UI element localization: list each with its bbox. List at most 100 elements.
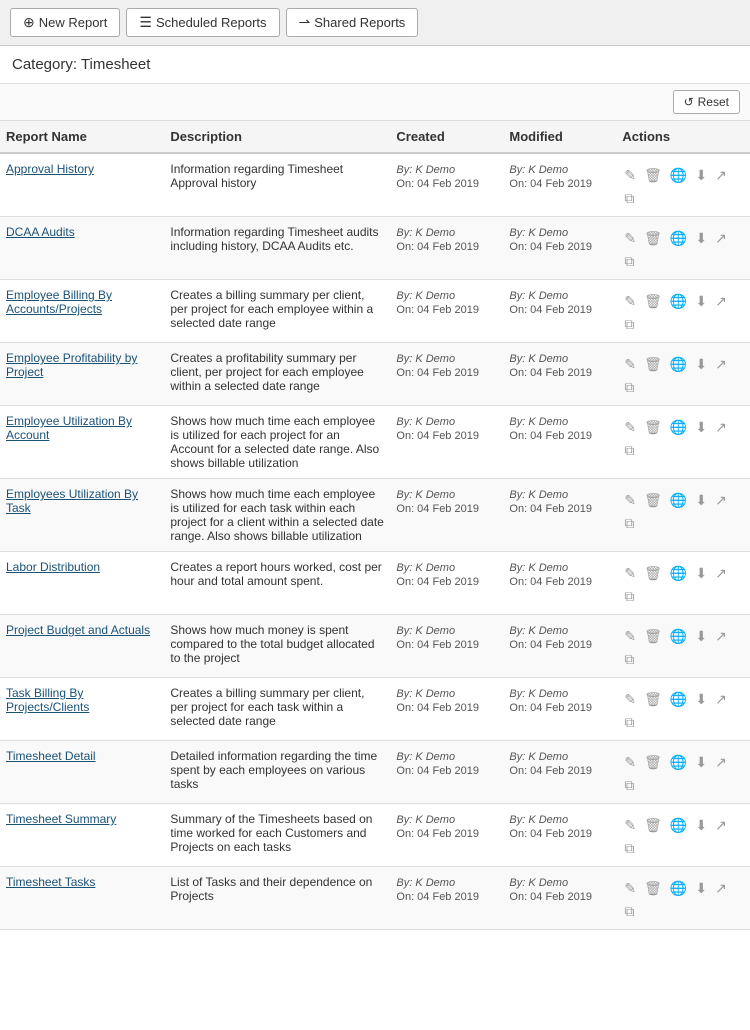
delete-icon[interactable]: 🗑 — [642, 816, 664, 835]
globe-icon[interactable]: 🌐 — [668, 491, 689, 510]
share-icon[interactable]: ↗ — [713, 229, 729, 248]
delete-icon[interactable]: 🗑 — [642, 229, 664, 248]
report-name-link[interactable]: Timesheet Summary — [6, 812, 116, 826]
report-name-link[interactable]: Employee Billing By Accounts/Projects — [6, 288, 112, 316]
copy-icon[interactable]: ⧉ — [622, 776, 636, 795]
report-name-link[interactable]: Project Budget and Actuals — [6, 623, 150, 637]
report-name-link[interactable]: DCAA Audits — [6, 225, 75, 239]
report-description: Creates a report hours worked, cost per … — [164, 552, 390, 615]
share-icon[interactable]: ↗ — [713, 627, 729, 646]
globe-icon[interactable]: 🌐 — [668, 816, 689, 835]
report-modified: By: K Demo On: 04 Feb 2019 — [503, 741, 616, 804]
reset-button[interactable]: ↺ Reset — [673, 90, 740, 114]
report-name-link[interactable]: Employee Profitability by Project — [6, 351, 137, 379]
globe-icon[interactable]: 🌐 — [668, 564, 689, 583]
report-name-link[interactable]: Employees Utilization By Task — [6, 487, 138, 515]
report-name-link[interactable]: Employee Utilization By Account — [6, 414, 132, 442]
globe-icon[interactable]: 🌐 — [668, 355, 689, 374]
copy-icon[interactable]: ⧉ — [622, 514, 636, 533]
copy-icon[interactable]: ⧉ — [622, 315, 636, 334]
report-name-link[interactable]: Approval History — [6, 162, 94, 176]
share-icon[interactable]: ↗ — [713, 879, 729, 898]
globe-icon[interactable]: 🌐 — [668, 753, 689, 772]
copy-icon[interactable]: ⧉ — [622, 902, 636, 921]
shared-reports-button[interactable]: ⇀ Shared Reports — [286, 8, 419, 37]
delete-icon[interactable]: 🗑 — [642, 166, 664, 185]
edit-icon[interactable]: ✎ — [622, 564, 638, 583]
share-icon[interactable]: ↗ — [713, 166, 729, 185]
edit-icon[interactable]: ✎ — [622, 879, 638, 898]
report-name-link[interactable]: Timesheet Detail — [6, 749, 96, 763]
copy-icon[interactable]: ⧉ — [622, 650, 636, 669]
globe-icon[interactable]: 🌐 — [668, 166, 689, 185]
download-icon[interactable]: ⬇ — [693, 627, 709, 646]
globe-icon[interactable]: 🌐 — [668, 229, 689, 248]
copy-icon[interactable]: ⧉ — [622, 713, 636, 732]
download-icon[interactable]: ⬇ — [693, 166, 709, 185]
download-icon[interactable]: ⬇ — [693, 753, 709, 772]
delete-icon[interactable]: 🗑 — [642, 292, 664, 311]
download-icon[interactable]: ⬇ — [693, 564, 709, 583]
modified-on: On: 04 Feb 2019 — [509, 765, 592, 777]
edit-icon[interactable]: ✎ — [622, 418, 638, 437]
edit-icon[interactable]: ✎ — [622, 491, 638, 510]
globe-icon[interactable]: 🌐 — [668, 292, 689, 311]
globe-icon[interactable]: 🌐 — [668, 879, 689, 898]
new-report-button[interactable]: ⊕ New Report — [10, 8, 120, 37]
delete-icon[interactable]: 🗑 — [642, 355, 664, 374]
edit-icon[interactable]: ✎ — [622, 753, 638, 772]
download-icon[interactable]: ⬇ — [693, 229, 709, 248]
modified-by: By: K Demo — [509, 353, 568, 365]
share-icon[interactable]: ↗ — [713, 418, 729, 437]
globe-icon[interactable]: 🌐 — [668, 418, 689, 437]
share-icon[interactable]: ↗ — [713, 753, 729, 772]
modified-on: On: 04 Feb 2019 — [509, 178, 592, 190]
edit-icon[interactable]: ✎ — [622, 292, 638, 311]
table-row: Employee Billing By Accounts/ProjectsCre… — [0, 280, 750, 343]
delete-icon[interactable]: 🗑 — [642, 418, 664, 437]
report-name-link[interactable]: Labor Distribution — [6, 560, 100, 574]
download-icon[interactable]: ⬇ — [693, 879, 709, 898]
share-icon[interactable]: ↗ — [713, 816, 729, 835]
col-header-created: Created — [390, 121, 503, 153]
table-row: Timesheet DetailDetailed information reg… — [0, 741, 750, 804]
edit-icon[interactable]: ✎ — [622, 166, 638, 185]
modified-by: By: K Demo — [509, 751, 568, 763]
globe-icon[interactable]: 🌐 — [668, 627, 689, 646]
delete-icon[interactable]: 🗑 — [642, 491, 664, 510]
edit-icon[interactable]: ✎ — [622, 355, 638, 374]
copy-icon[interactable]: ⧉ — [622, 378, 636, 397]
share-icon[interactable]: ↗ — [713, 355, 729, 374]
globe-icon[interactable]: 🌐 — [668, 690, 689, 709]
report-name-link[interactable]: Timesheet Tasks — [6, 875, 95, 889]
download-icon[interactable]: ⬇ — [693, 355, 709, 374]
delete-icon[interactable]: 🗑 — [642, 879, 664, 898]
edit-icon[interactable]: ✎ — [622, 690, 638, 709]
download-icon[interactable]: ⬇ — [693, 292, 709, 311]
table-row: Employee Profitability by Project Creates… — [0, 343, 750, 406]
share-icon[interactable]: ↗ — [713, 690, 729, 709]
edit-icon[interactable]: ✎ — [622, 627, 638, 646]
report-name-link[interactable]: Task Billing By Projects/Clients — [6, 686, 89, 714]
edit-icon[interactable]: ✎ — [622, 229, 638, 248]
copy-icon[interactable]: ⧉ — [622, 839, 636, 858]
download-icon[interactable]: ⬇ — [693, 491, 709, 510]
report-description: Creates a profitability summary per clie… — [164, 343, 390, 406]
copy-icon[interactable]: ⧉ — [622, 189, 636, 208]
delete-icon[interactable]: 🗑 — [642, 564, 664, 583]
delete-icon[interactable]: 🗑 — [642, 753, 664, 772]
created-by: By: K Demo — [396, 227, 455, 239]
copy-icon[interactable]: ⧉ — [622, 252, 636, 271]
share-icon[interactable]: ↗ — [713, 564, 729, 583]
share-icon[interactable]: ↗ — [713, 292, 729, 311]
delete-icon[interactable]: 🗑 — [642, 627, 664, 646]
share-icon[interactable]: ↗ — [713, 491, 729, 510]
delete-icon[interactable]: 🗑 — [642, 690, 664, 709]
download-icon[interactable]: ⬇ — [693, 418, 709, 437]
scheduled-reports-button[interactable]: ☰ Scheduled Reports — [126, 8, 279, 37]
download-icon[interactable]: ⬇ — [693, 690, 709, 709]
edit-icon[interactable]: ✎ — [622, 816, 638, 835]
download-icon[interactable]: ⬇ — [693, 816, 709, 835]
copy-icon[interactable]: ⧉ — [622, 587, 636, 606]
copy-icon[interactable]: ⧉ — [622, 441, 636, 460]
